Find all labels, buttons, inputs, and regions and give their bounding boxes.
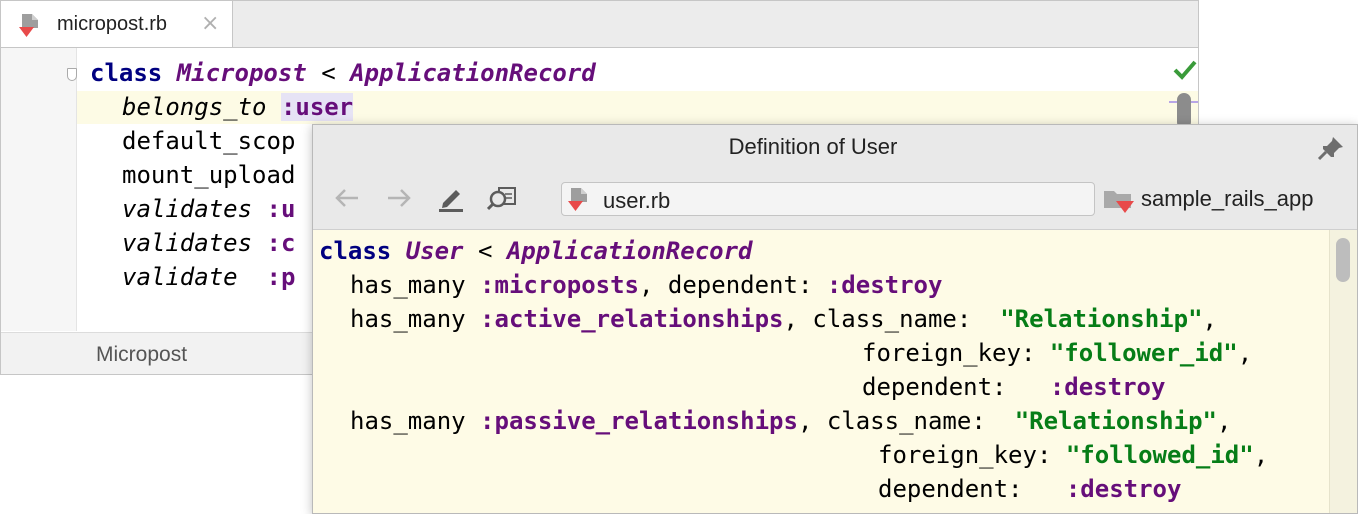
code-line: foreign_key: "followed_id", [878,441,1269,469]
code-line: validates :c [122,229,296,257]
pin-icon[interactable] [1317,135,1345,165]
ruby-file-icon [566,187,592,217]
code-line: has_many :active_relationships, class_na… [350,305,1217,333]
edit-source-icon[interactable] [437,186,465,216]
code-line: belongs_to :user [122,93,354,121]
popup-scrollbar[interactable] [1329,230,1357,513]
project-folder-icon [1103,188,1135,218]
code-line: has_many :microposts, dependent: :destro… [350,271,943,299]
editor-tab-bar: micropost.rb × [1,1,1198,48]
code-line: default_scop [122,127,296,155]
definition-code-view: class User < ApplicationRecord has_many … [313,230,1325,513]
code-line: dependent: :destroy [862,373,1166,401]
forward-arrow-icon[interactable] [385,186,413,214]
check-icon [1173,59,1197,85]
code-line: class Micropost < ApplicationRecord [90,59,596,87]
tab-label: micropost.rb [57,13,168,35]
close-tab-icon[interactable]: × [201,11,219,36]
tab-micropost-rb[interactable]: micropost.rb × [1,1,233,47]
breadcrumb-item[interactable]: Micropost [96,343,187,367]
find-usages-icon[interactable] [486,186,517,218]
code-line: mount_upload [122,161,296,189]
code-line: validates :u [122,195,296,223]
popup-title: Definition of User [728,134,898,159]
code-line: validate :p [122,263,296,291]
popup-scrollbar-thumb[interactable] [1336,238,1350,282]
code-line: dependent: :destroy [878,475,1182,503]
project-name: sample_rails_app [1141,186,1314,211]
back-arrow-icon[interactable] [333,186,361,214]
fold-marker-icon[interactable] [67,68,77,81]
definition-popup: Definition of User user.rb sample_rails_… [312,124,1358,514]
editor-gutter [1,48,77,331]
popup-toolbar: user.rb sample_rails_app [313,169,1357,230]
popup-title-bar: Definition of User [313,125,1357,169]
ruby-file-icon [17,13,43,43]
user-symbol-reference[interactable]: :user [280,93,354,121]
file-path-field[interactable]: user.rb [561,182,1095,216]
code-line: foreign_key: "follower_id", [862,339,1253,367]
code-line: class User < ApplicationRecord [319,237,753,265]
file-path-text: user.rb [603,188,671,213]
code-line: has_many :passive_relationships, class_n… [350,407,1232,435]
